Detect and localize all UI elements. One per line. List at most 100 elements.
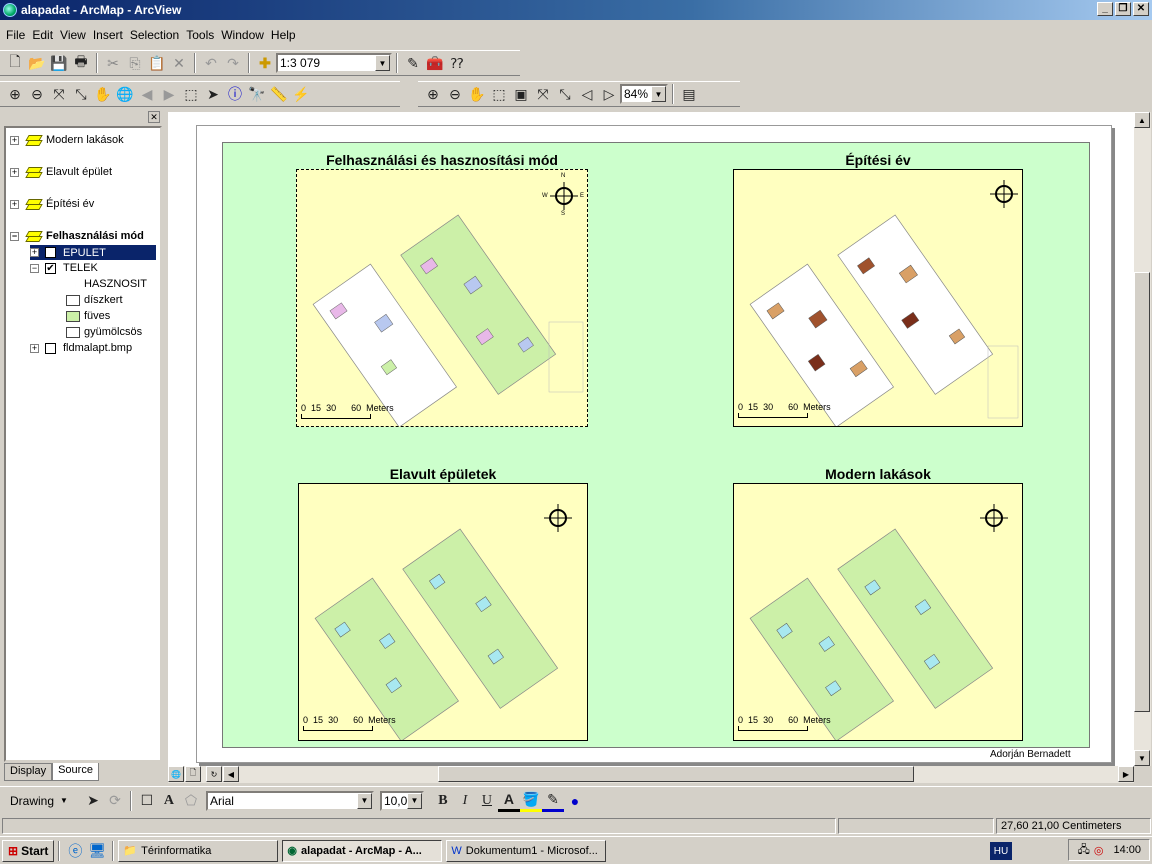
fixed-zoom-out-icon[interactable]: ⤡ <box>70 83 92 105</box>
task-arcmap[interactable]: ◉ alapadat - ArcMap - A... <box>282 839 443 862</box>
scroll-right-icon[interactable]: ▶ <box>1118 766 1134 782</box>
fixed-zoom-out-page-icon[interactable]: ⤡ <box>554 83 576 105</box>
save-icon[interactable]: 💾 <box>48 52 70 74</box>
zoom-out-icon[interactable]: ⊖ <box>26 83 48 105</box>
chevron-down-icon[interactable]: ▼ <box>60 796 68 805</box>
select-elements-icon[interactable]: ➤ <box>202 83 224 105</box>
tab-display[interactable]: Display <box>4 763 53 781</box>
collapse-icon[interactable]: − <box>30 263 39 273</box>
menu-edit[interactable]: Edit <box>32 28 53 42</box>
pan-icon[interactable]: ✋ <box>92 83 114 105</box>
visibility-checkbox[interactable]: ✔ <box>45 262 56 274</box>
font-color-icon[interactable]: A <box>497 790 520 812</box>
collapse-icon[interactable]: − <box>10 231 19 241</box>
whats-this-icon[interactable]: ⁇ <box>446 52 468 74</box>
toc-layer-epitesi[interactable]: + Építési év <box>10 198 94 210</box>
task-terinformatika[interactable]: 📁 Térinformatika <box>118 839 279 862</box>
vertical-scrollbar[interactable]: ▲ ▼ <box>1134 112 1151 766</box>
go-back-extent-icon[interactable]: ◁ <box>576 83 598 105</box>
underline-icon[interactable]: U <box>476 790 498 812</box>
text-icon[interactable]: A <box>158 790 180 812</box>
ie-icon[interactable]: ⓔ <box>64 840 86 862</box>
toc-item-telek[interactable]: − ✔ TELEK <box>30 262 98 274</box>
chevron-down-icon[interactable]: ▼ <box>375 55 390 71</box>
italic-icon[interactable]: I <box>454 790 476 812</box>
map-frame-epitesi[interactable] <box>733 169 1023 428</box>
menu-help[interactable]: Help <box>271 28 296 42</box>
marker-color-icon[interactable]: ● <box>564 790 586 812</box>
font-size-combo[interactable]: 10,0 ▼ <box>379 790 424 811</box>
legend-item[interactable]: füves <box>66 310 110 322</box>
expand-icon[interactable]: + <box>10 167 19 177</box>
refresh-icon[interactable]: ↻ <box>206 766 222 782</box>
paste-icon[interactable]: 📋 <box>146 52 168 74</box>
zoom-whole-page-icon[interactable]: ⬚ <box>488 83 510 105</box>
close-icon[interactable]: ✕ <box>148 111 160 123</box>
new-icon[interactable]: 🗋 <box>4 52 26 74</box>
forward-icon[interactable]: ▶ <box>158 83 180 105</box>
close-button[interactable]: ✕ <box>1133 2 1149 16</box>
expand-icon[interactable]: + <box>10 199 19 209</box>
layout-zoom-combo[interactable]: 84% ▼ <box>620 84 668 104</box>
chevron-down-icon[interactable]: ▼ <box>651 86 666 102</box>
delete-icon[interactable]: ✕ <box>168 52 190 74</box>
language-indicator[interactable]: HU <box>990 842 1012 860</box>
toc-item-epulet[interactable]: + ✔ EPULET <box>30 245 156 260</box>
edit-vertices-icon[interactable]: ⬠ <box>180 790 202 812</box>
network-icon[interactable]: 🖧 <box>1078 841 1090 860</box>
fixed-zoom-in-icon[interactable]: ⤧ <box>48 83 70 105</box>
rotate-icon[interactable]: ⟳ <box>104 790 126 812</box>
legend-item[interactable]: gyümölcsös <box>66 326 142 338</box>
rectangle-icon[interactable]: ☐ <box>136 790 158 812</box>
minimize-button[interactable]: _ <box>1097 2 1113 16</box>
layout-zoom-out-icon[interactable]: ⊖ <box>444 83 466 105</box>
copy-icon[interactable]: ⎘ <box>124 52 146 74</box>
menu-view[interactable]: View <box>60 28 86 42</box>
horizontal-scrollbar[interactable]: 🌐 🗋 ↻ ◀ ▶ <box>168 766 1134 783</box>
chevron-down-icon[interactable]: ▼ <box>406 792 422 809</box>
editor-icon[interactable]: ✎ <box>402 52 424 74</box>
map-scale-combo[interactable]: 1:3 079 ▼ <box>276 53 392 73</box>
identify-icon[interactable]: ⓘ <box>224 83 246 105</box>
undo-icon[interactable]: ↶ <box>200 52 222 74</box>
arctoolbox-icon[interactable]: 🧰 <box>424 52 446 74</box>
redo-icon[interactable]: ↷ <box>222 52 244 74</box>
open-icon[interactable]: 📂 <box>26 52 48 74</box>
visibility-checkbox[interactable] <box>45 342 56 354</box>
font-combo[interactable]: Arial ▼ <box>205 790 374 811</box>
select-elements-icon[interactable]: ➤ <box>82 790 104 812</box>
toggle-draft-mode-icon[interactable]: ▤ <box>678 83 700 105</box>
layout-view-icon[interactable]: 🗋 <box>185 766 201 782</box>
chevron-down-icon[interactable]: ▼ <box>356 792 372 809</box>
data-view-icon[interactable]: 🌐 <box>168 766 184 782</box>
drawing-menu[interactable]: Drawing <box>10 794 54 808</box>
layout-zoom-in-icon[interactable]: ⊕ <box>422 83 444 105</box>
toc-layer-modern[interactable]: + Modern lakások <box>10 134 124 146</box>
scroll-left-icon[interactable]: ◀ <box>223 766 239 782</box>
bold-icon[interactable]: B <box>432 790 454 812</box>
scroll-thumb[interactable] <box>1134 272 1150 712</box>
expand-icon[interactable]: + <box>30 343 39 353</box>
cut-icon[interactable]: ✂ <box>102 52 124 74</box>
toc-item-raster[interactable]: + fldmalapt.bmp <box>30 342 132 354</box>
scroll-thumb[interactable] <box>438 766 914 782</box>
toc-layer-elavult[interactable]: + Elavult épület <box>10 166 112 178</box>
antivirus-icon[interactable]: ◎ <box>1094 844 1104 857</box>
expand-icon[interactable]: + <box>10 135 19 145</box>
legend-item[interactable]: díszkert <box>66 294 123 306</box>
tab-source[interactable]: Source <box>52 763 99 781</box>
toc-layer-felhasznalasi[interactable]: − Felhasználási mód <box>10 230 144 242</box>
start-button[interactable]: ⊞ Start <box>2 839 55 862</box>
print-icon[interactable]: 🖶 <box>70 52 92 74</box>
layout-pan-icon[interactable]: ✋ <box>466 83 488 105</box>
hyperlink-icon[interactable]: ⚡ <box>290 83 312 105</box>
find-icon[interactable]: 🔭 <box>246 83 268 105</box>
line-color-icon[interactable]: ✎ <box>541 790 564 812</box>
show-desktop-icon[interactable]: 🖥 <box>86 840 108 862</box>
menu-selection[interactable]: Selection <box>130 28 179 42</box>
menu-insert[interactable]: Insert <box>93 28 123 42</box>
menu-tools[interactable]: Tools <box>186 28 214 42</box>
scroll-down-icon[interactable]: ▼ <box>1134 750 1150 766</box>
select-features-icon[interactable]: ⬚ <box>180 83 202 105</box>
fill-color-icon[interactable]: 🪣 <box>519 790 542 812</box>
